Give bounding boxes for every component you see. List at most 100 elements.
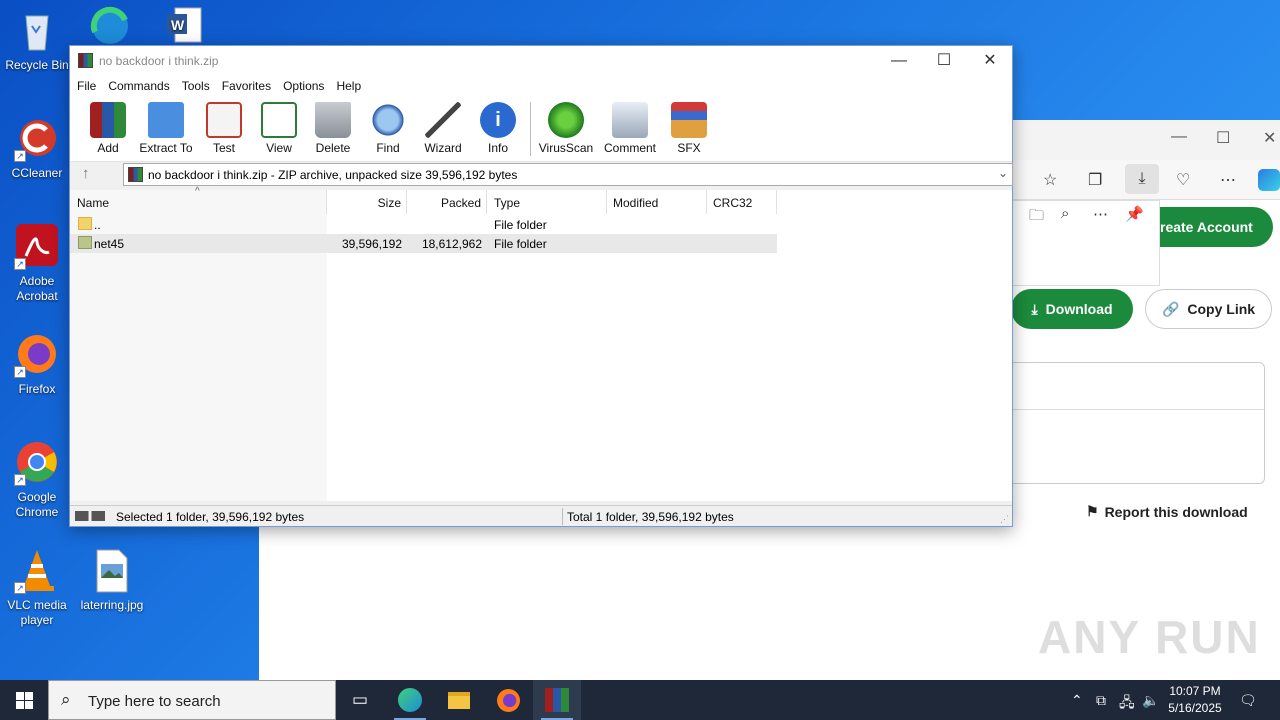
menu-commands[interactable]: Commands bbox=[108, 76, 176, 96]
close-icon[interactable]: ✕ bbox=[968, 50, 1012, 72]
taskbar-winrar[interactable] bbox=[533, 680, 581, 720]
column-header-crc32[interactable]: CRC32 bbox=[707, 190, 777, 214]
trash-can-icon bbox=[315, 102, 351, 138]
browser-toolbar: ☆ ❐ ⤓ ♡ ⋯ bbox=[1013, 160, 1280, 200]
menu-favorites[interactable]: Favorites bbox=[222, 76, 278, 96]
menu-help[interactable]: Help bbox=[336, 76, 368, 96]
minimize-icon[interactable]: — bbox=[1171, 128, 1187, 146]
edge-icon bbox=[87, 4, 133, 50]
search-icon[interactable]: ⌕ bbox=[1061, 205, 1069, 222]
column-header-packed[interactable]: Packed bbox=[407, 190, 487, 214]
resize-grip-icon[interactable]: ⋰ bbox=[1000, 514, 1009, 525]
taskbar-edge[interactable] bbox=[386, 680, 434, 720]
info-button[interactable]: i Info bbox=[480, 100, 516, 155]
up-arrow-icon[interactable]: ↑ bbox=[82, 165, 90, 182]
add-button[interactable]: Add bbox=[88, 100, 128, 155]
find-label: Find bbox=[376, 141, 400, 155]
downloads-flyout: 🗀 ⌕ ⋯ 📌 bbox=[1013, 200, 1160, 286]
table-row[interactable]: net45 39,596,192 18,612,962 File folder bbox=[70, 234, 777, 253]
more-options-icon[interactable]: ⋯ bbox=[1220, 170, 1236, 190]
desktop-icon-firefox[interactable]: ↗ Firefox bbox=[1, 332, 73, 397]
clock[interactable]: 10:07 PM 5/16/2025 bbox=[1162, 683, 1228, 717]
chevron-up-icon[interactable]: ⌃ bbox=[1071, 692, 1083, 709]
network-icon[interactable]: 🖧 bbox=[1119, 692, 1135, 716]
taskbar-search[interactable]: ⌕ Type here to search bbox=[48, 680, 336, 720]
close-icon[interactable]: ✕ bbox=[1263, 128, 1276, 148]
notification-icon[interactable]: 🗨 bbox=[1239, 692, 1257, 709]
favorites-star-icon[interactable]: ☆ bbox=[1043, 170, 1057, 190]
volume-icon[interactable]: 🔈 bbox=[1142, 692, 1159, 709]
minimize-icon[interactable]: — bbox=[877, 50, 921, 72]
download-button[interactable]: ⤓ Download bbox=[1011, 289, 1133, 329]
collections-icon[interactable]: ❐ bbox=[1088, 170, 1102, 190]
delete-button[interactable]: Delete bbox=[313, 100, 353, 155]
open-folder-icon[interactable]: 🗀 bbox=[1029, 205, 1044, 230]
folder-icon bbox=[448, 691, 470, 709]
create-account-button[interactable]: reate Account bbox=[1160, 207, 1273, 247]
desktop-icon-acrobat[interactable]: ↗ Adobe Acrobat bbox=[1, 224, 73, 304]
desktop-icon-label: Google Chrome bbox=[15, 490, 59, 519]
maximize-icon[interactable]: ☐ bbox=[922, 50, 966, 72]
desktop-icon-ccleaner[interactable]: ↗ CCleaner bbox=[1, 116, 73, 181]
winrar-titlebar: no backdoor i think.zip — ☐ ✕ bbox=[70, 46, 1012, 76]
menu-options[interactable]: Options bbox=[283, 76, 331, 96]
desktop-icon-laterring[interactable]: laterring.jpg bbox=[76, 548, 148, 613]
winrar-logo-icon bbox=[78, 53, 93, 68]
info-icon: i bbox=[480, 102, 516, 138]
extract-to-button[interactable]: Extract To bbox=[138, 100, 194, 155]
link-icon: 🔗 bbox=[1161, 300, 1180, 317]
menu-file[interactable]: File bbox=[77, 76, 103, 96]
desktop-icon-vlc[interactable]: ↗ VLC media player bbox=[1, 548, 73, 628]
browser-essentials-icon[interactable]: ♡ bbox=[1176, 170, 1190, 190]
copilot-icon[interactable] bbox=[1258, 169, 1280, 191]
copy-link-button[interactable]: 🔗 Copy Link bbox=[1145, 289, 1272, 329]
row-name: net45 bbox=[94, 237, 125, 251]
taskbar-file-explorer[interactable] bbox=[435, 680, 483, 720]
virusscan-button[interactable]: VirusScan bbox=[538, 100, 594, 155]
folder-icon bbox=[78, 217, 92, 230]
pin-icon[interactable]: 📌 bbox=[1125, 205, 1144, 223]
path-field[interactable]: no backdoor i think.zip - ZIP archive, u… bbox=[123, 163, 1013, 186]
box-divider bbox=[1004, 409, 1264, 410]
flag-icon: ⚑ bbox=[1086, 503, 1099, 519]
anyrun-watermark: ANY RUN bbox=[1038, 611, 1261, 663]
view-button[interactable]: View bbox=[258, 100, 300, 155]
download-label: Download bbox=[1045, 301, 1113, 317]
sfx-button[interactable]: SFX bbox=[668, 100, 710, 155]
comment-label: Comment bbox=[603, 141, 656, 155]
report-download-link[interactable]: ⚑ Report this download bbox=[1086, 503, 1248, 520]
download-icon: ⤓ bbox=[1031, 300, 1038, 317]
test-button[interactable]: Test bbox=[206, 100, 242, 155]
start-button[interactable] bbox=[0, 680, 48, 720]
wizard-button[interactable]: Wizard bbox=[422, 100, 464, 155]
sfx-box-icon bbox=[671, 102, 707, 138]
chevron-down-icon[interactable]: ⌄ bbox=[998, 166, 1008, 180]
search-icon: ⌕ bbox=[61, 690, 71, 709]
menu-tools[interactable]: Tools bbox=[182, 76, 217, 96]
task-view-button[interactable]: ▭ bbox=[336, 680, 384, 720]
taskbar-firefox[interactable] bbox=[484, 680, 532, 720]
comment-button[interactable]: Comment bbox=[602, 100, 658, 155]
maximize-icon[interactable]: ☐ bbox=[1216, 128, 1230, 148]
column-header-size[interactable]: Size bbox=[327, 190, 407, 214]
browser-window: — ☐ ✕ ☆ ❐ ⤓ ♡ ⋯ 🗀 ⌕ ⋯ 📌 reate Account ⤓ … bbox=[1003, 120, 1280, 680]
device-icon[interactable]: ⧉ bbox=[1096, 692, 1106, 709]
find-button[interactable]: Find bbox=[368, 100, 408, 155]
report-label: Report this download bbox=[1104, 503, 1248, 520]
windows-logo-pane bbox=[16, 701, 24, 709]
column-header-modified[interactable]: Modified bbox=[607, 190, 707, 214]
desktop-icon-label: Recycle Bin bbox=[5, 58, 69, 72]
desktop-icon-recycle-bin[interactable]: Recycle Bin bbox=[1, 8, 73, 73]
column-header-name[interactable]: Name bbox=[70, 190, 327, 214]
table-row[interactable]: .. File folder bbox=[70, 215, 777, 234]
winrar-toolbar: Add Extract To Test View Delete Find Wiz… bbox=[70, 96, 1012, 162]
downloads-icon[interactable]: ⤓ bbox=[1125, 164, 1159, 194]
more-icon[interactable]: ⋯ bbox=[1093, 205, 1108, 223]
desktop-icon-label: VLC media player bbox=[7, 598, 67, 627]
column-header-type[interactable]: Type bbox=[487, 190, 607, 214]
firefox-icon bbox=[496, 688, 520, 712]
status-right: Total 1 folder, 39,596,192 bytes bbox=[567, 510, 734, 524]
desktop-icon-label: laterring.jpg bbox=[80, 598, 144, 612]
file-info-box bbox=[1003, 362, 1265, 484]
desktop-icon-chrome[interactable]: ↗ Google Chrome bbox=[1, 440, 73, 520]
